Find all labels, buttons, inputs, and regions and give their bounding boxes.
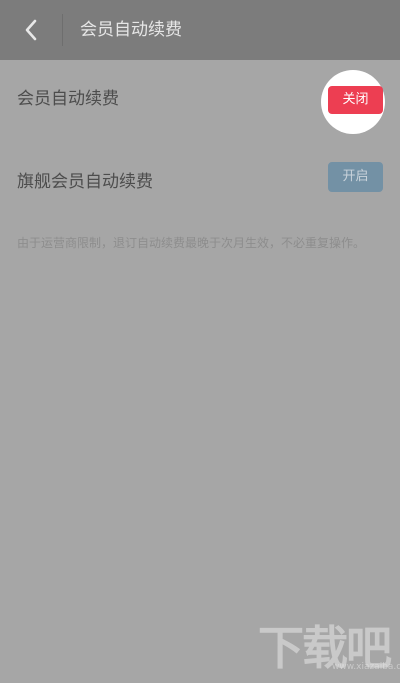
flagship-auto-renew-on-button[interactable]: 开启 <box>328 162 383 192</box>
header-bar: 会员自动续费 <box>0 0 400 60</box>
page-title: 会员自动续费 <box>80 20 182 40</box>
auto-renew-off-button[interactable]: 关闭 <box>328 86 383 114</box>
watermark-url: www.xiazaiba.com <box>332 662 400 672</box>
header-divider <box>62 14 63 46</box>
renewal-note: 由于运营商限制，退订自动续费最晚于次月生效，不必重复操作。 <box>17 236 366 250</box>
flagship-auto-renew-label: 旗舰会员自动续费 <box>17 172 153 192</box>
auto-renew-label: 会员自动续费 <box>17 89 119 109</box>
watermark-logo: 下载吧 www.xiazaiba.com <box>258 612 400 682</box>
back-button[interactable] <box>14 15 48 45</box>
chevron-left-icon <box>25 19 37 41</box>
